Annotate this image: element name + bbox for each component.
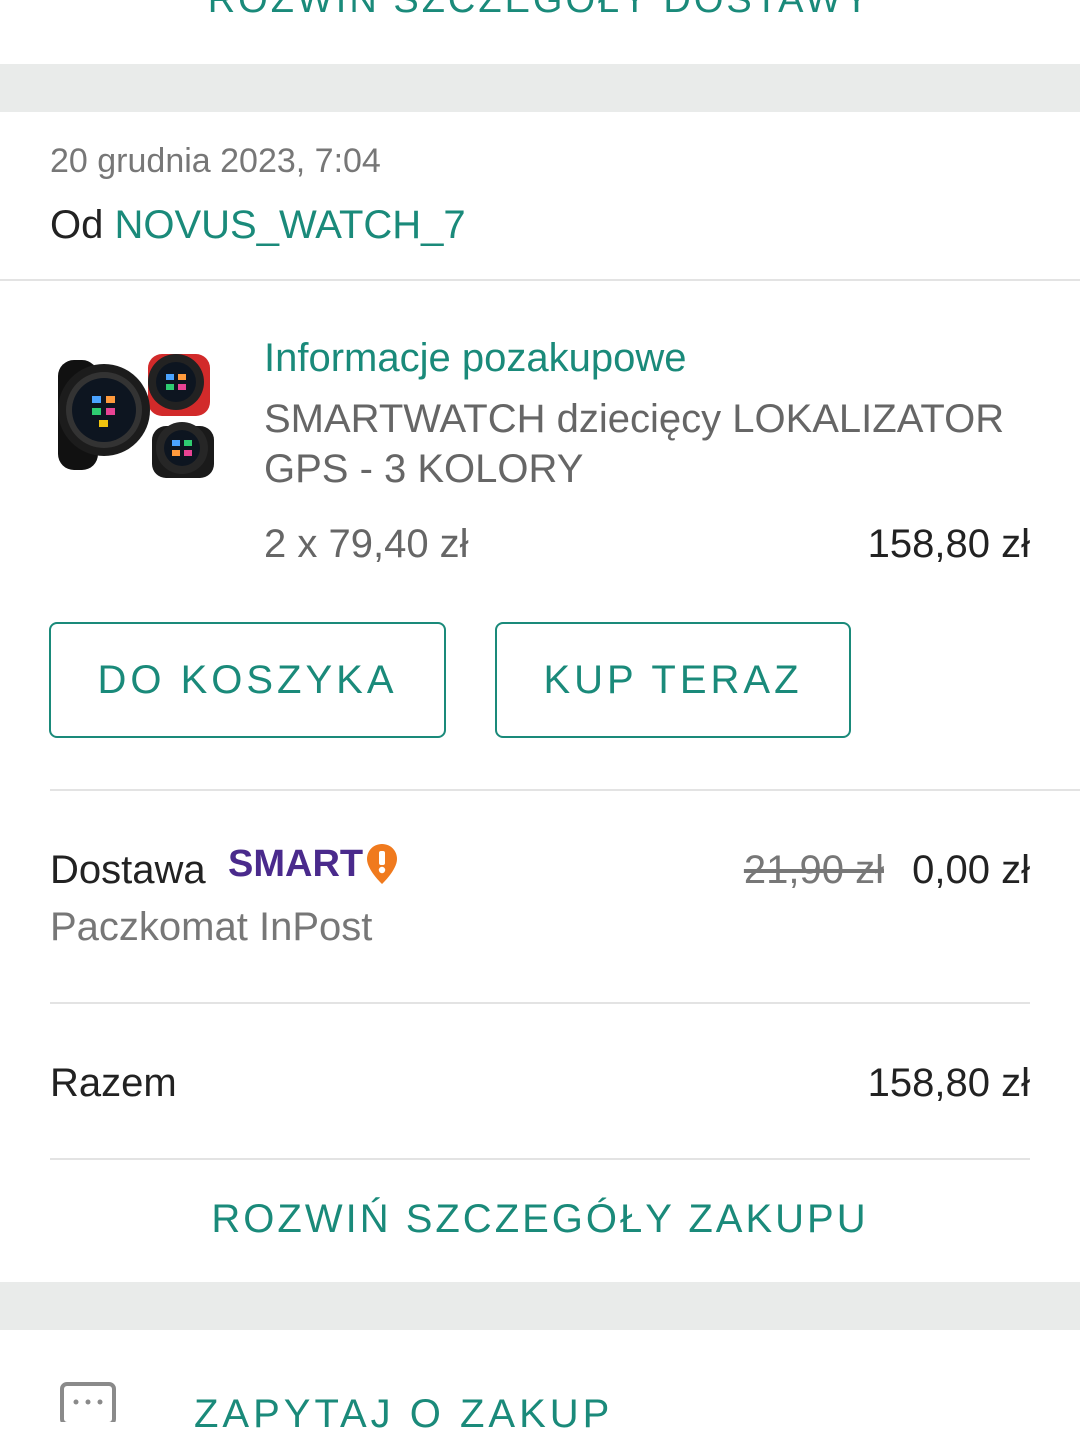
order-date: 20 grudnia 2023, 7:04	[50, 142, 381, 180]
divider	[50, 789, 1080, 791]
delivery-price: 0,00 zł	[912, 848, 1030, 892]
add-to-cart-button[interactable]: DO KOSZYKA	[49, 622, 446, 738]
seller-link[interactable]: NOVUS_WATCH_7	[114, 203, 465, 247]
divider	[50, 1002, 1030, 1004]
smart-pin-icon	[367, 844, 398, 884]
smartwatch-product-image[interactable]	[52, 340, 224, 482]
section-separator	[0, 1282, 1080, 1330]
post-purchase-info-link[interactable]: Informacje pozakupowe	[264, 336, 686, 381]
line-total: 158,80 zł	[867, 522, 1030, 566]
ask-about-purchase-link[interactable]: ZAPYTAJ O ZAKUP	[194, 1392, 613, 1436]
smart-logo: SMART	[228, 842, 399, 886]
seller-prefix: Od	[50, 203, 104, 247]
divider	[0, 279, 1080, 281]
total-label: Razem	[50, 1061, 177, 1105]
expand-purchase-details-link[interactable]: ROZWIŃ SZCZEGÓŁY ZAKUPU	[0, 1197, 1080, 1242]
buy-now-button[interactable]: KUP TERAZ	[495, 622, 851, 738]
chat-icon	[60, 1382, 116, 1422]
delivery-old-price: 21,90 zł	[743, 848, 884, 892]
expand-delivery-details-link[interactable]: ROZWIŃ SZCZEGÓŁY DOSTAWY	[0, 0, 1080, 22]
smart-badge-text: SMART	[228, 842, 364, 885]
product-name[interactable]: SMARTWATCH dziecięcy LOKALIZATOR GPS - 3…	[264, 394, 1044, 494]
delivery-label: Dostawa	[50, 848, 206, 892]
section-separator	[0, 64, 1080, 112]
seller-line: Od NOVUS_WATCH_7	[50, 203, 466, 248]
quantity-price: 2 x 79,40 zł	[264, 522, 469, 566]
delivery-method: Paczkomat InPost	[50, 905, 373, 949]
total-value: 158,80 zł	[867, 1061, 1030, 1105]
divider	[50, 1158, 1030, 1160]
